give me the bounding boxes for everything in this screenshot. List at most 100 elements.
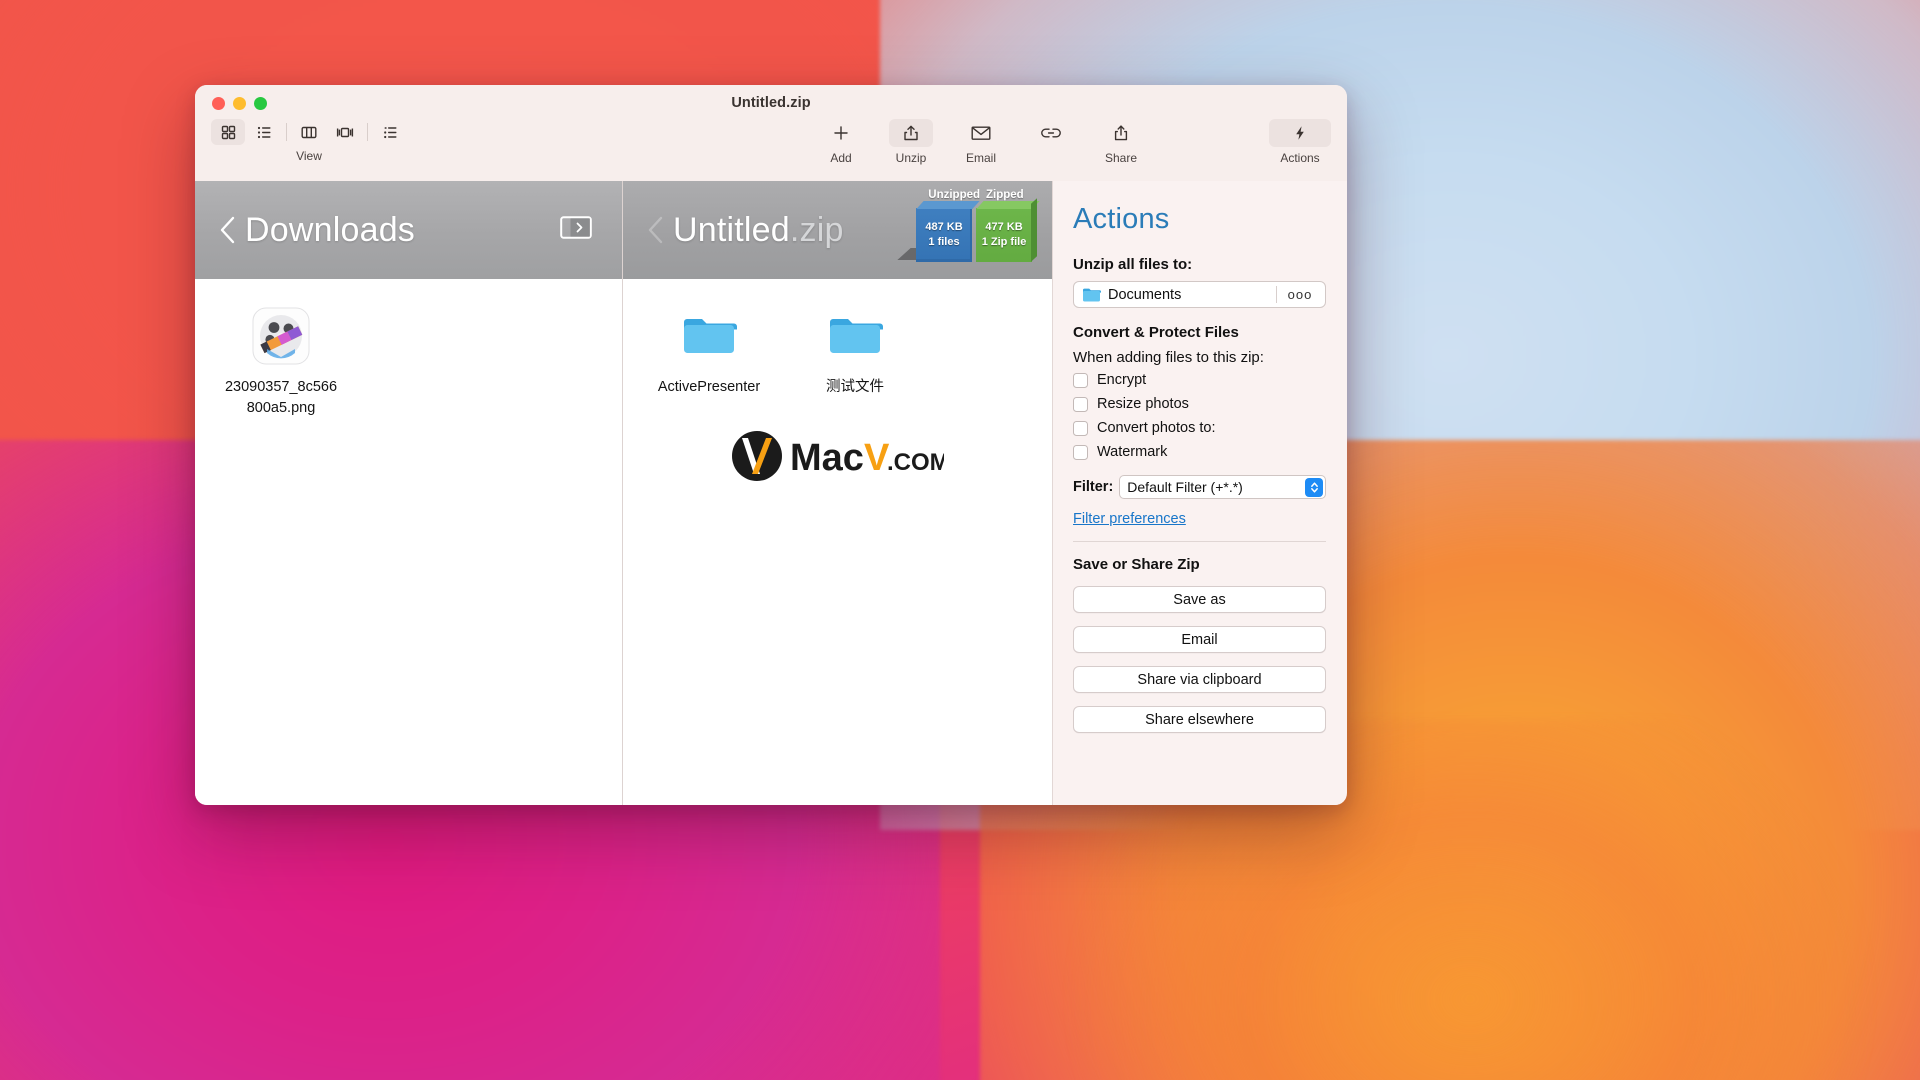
checkbox-watermark[interactable]: Watermark (1073, 444, 1326, 460)
list-preview-icon (383, 126, 396, 138)
share-button[interactable]: Share (1095, 119, 1147, 165)
list-item[interactable]: ActivePresenter (641, 301, 777, 398)
destination-more-button[interactable]: ooo (1277, 287, 1323, 302)
list-item-label: 测试文件 (826, 379, 884, 395)
actions-button-label: Actions (1280, 151, 1320, 165)
list-icon (257, 126, 270, 138)
actions-toggle-group: Actions (1269, 119, 1331, 165)
list-item-label: 23090357_8c566800a5.png (224, 379, 338, 417)
list-item-label: ActivePresenter (657, 379, 761, 395)
checkbox-label: Convert photos to: (1097, 420, 1216, 436)
filter-preferences-link[interactable]: Filter preferences (1073, 511, 1326, 527)
checkbox-box (1073, 372, 1088, 388)
unzipped-block: 487 KB 1 files (916, 208, 972, 262)
gallery-icon (336, 127, 354, 137)
destination-name: Documents (1108, 286, 1182, 303)
view-group-label: View (296, 149, 322, 163)
left-pane-content: 23090357_8c566800a5.png (195, 279, 622, 805)
unzip-icon (904, 125, 918, 140)
unzipped-label: Unzipped (928, 189, 981, 201)
svg-text:Mac: Mac (790, 437, 864, 479)
convert-heading: Convert & Protect Files (1073, 324, 1239, 341)
mid-pane-title-ext: .zip (789, 210, 844, 249)
link-button[interactable] (1025, 119, 1077, 165)
image-file-icon (250, 305, 312, 367)
left-file-grid: 23090357_8c566800a5.png (213, 301, 604, 419)
left-pane: Downloads 23090357_8c566800a5.png (195, 181, 623, 805)
chevron-left-icon[interactable] (217, 213, 239, 247)
mid-pane-title-main: Untitled (673, 210, 790, 249)
unzip-heading: Unzip all files to: (1073, 256, 1193, 273)
panel-title: Actions (1073, 203, 1170, 235)
left-pane-title: Downloads (245, 210, 416, 249)
share-elsewhere-button[interactable]: Share elsewhere (1073, 706, 1326, 733)
unzipped-count: 1 files (928, 236, 960, 248)
chevron-updown-icon[interactable] (1305, 478, 1323, 497)
checkbox-convert-photos[interactable]: Convert photos to: (1073, 420, 1326, 436)
mid-pane-content: ActivePresenter 测试文件 Mac V .COM (623, 279, 1052, 805)
unzip-button[interactable]: Unzip (885, 119, 937, 165)
zipped-label: Zipped (986, 189, 1024, 201)
zipped-size: 477 KB (985, 221, 1023, 234)
checkbox-box (1073, 444, 1088, 460)
mid-pane-header: Untitled.zip Unzipped Zipped 487 KB 1 fi… (623, 181, 1052, 279)
unzipped-size: 487 KB (925, 221, 963, 234)
checkbox-label: Watermark (1097, 444, 1168, 460)
svg-text:.COM: .COM (887, 449, 944, 476)
share-via-clipboard-button[interactable]: Share via clipboard (1073, 666, 1326, 693)
folder-icon (1083, 288, 1101, 301)
view-mode-group: View (211, 119, 407, 163)
mid-pane: Untitled.zip Unzipped Zipped 487 KB 1 fi… (623, 181, 1052, 805)
email-button-label: Email (965, 151, 996, 165)
toolbar-divider (286, 123, 287, 141)
filter-select[interactable]: Default Filter (+*.*) (1119, 475, 1326, 499)
left-pane-header: Downloads (195, 181, 622, 279)
share-button-label: Share (1104, 151, 1138, 165)
column-view-button[interactable] (292, 119, 326, 145)
convert-sub: When adding files to this zip: (1073, 349, 1264, 366)
gallery-view-button[interactable] (328, 119, 362, 145)
mid-file-grid: ActivePresenter 测试文件 Mac V .COM (641, 301, 1034, 482)
icon-view-button[interactable] (211, 119, 245, 145)
zip-size-badge: Unzipped Zipped 487 KB 1 files 477 KB 1 … (897, 189, 1042, 271)
share-heading: Save or Share Zip (1073, 556, 1200, 573)
window-toolbar: Untitled.zip View Add Unzip Email Share … (195, 85, 1347, 181)
link-icon (1041, 128, 1061, 138)
checkbox-resize-photos[interactable]: Resize photos (1073, 396, 1326, 412)
checkbox-box (1073, 396, 1088, 412)
filter-value: Default Filter (+*.*) (1127, 479, 1243, 495)
sidebar-toggle-icon (560, 216, 592, 239)
add-button[interactable]: Add (815, 119, 867, 165)
actions-button[interactable] (1269, 119, 1331, 147)
add-button-label: Add (830, 151, 852, 165)
unzip-destination-field[interactable]: Documents ooo (1073, 281, 1326, 308)
grid-icon (221, 125, 235, 139)
unzip-button-label: Unzip (895, 151, 927, 165)
sidebar-toggle-button[interactable] (560, 216, 592, 244)
archive-app-window: Untitled.zip View Add Unzip Email Share … (195, 85, 1347, 805)
zipped-count: 1 Zip file (981, 236, 1027, 248)
share-icon (1114, 124, 1128, 140)
email-button[interactable]: Email (955, 119, 1007, 165)
checkbox-label: Encrypt (1097, 372, 1147, 388)
folder-icon (681, 305, 737, 367)
chevron-left-icon[interactable] (645, 213, 667, 247)
list-item[interactable]: 23090357_8c566800a5.png (213, 301, 349, 419)
toolbar-divider-2 (367, 123, 368, 141)
columns-icon (301, 126, 317, 138)
macv-watermark: Mac V .COM (641, 430, 1034, 482)
list-item[interactable]: 测试文件 (787, 301, 923, 398)
checkbox-encrypt[interactable]: Encrypt (1073, 372, 1326, 388)
list-view-button[interactable] (247, 119, 281, 145)
save-as-button[interactable]: Save as (1073, 586, 1326, 613)
plus-icon (834, 126, 848, 140)
checkbox-box (1073, 420, 1088, 436)
macv-logo: Mac V .COM (731, 431, 944, 482)
folder-icon (827, 305, 883, 367)
panel-divider (1073, 541, 1326, 542)
list-preview-view-button[interactable] (373, 119, 407, 145)
email-button[interactable]: Email (1073, 626, 1326, 653)
actions-panel: Actions Unzip all files to: Documents oo… (1052, 181, 1346, 805)
bolt-icon (1296, 126, 1304, 140)
zipped-block: 477 KB 1 Zip file (976, 208, 1032, 262)
